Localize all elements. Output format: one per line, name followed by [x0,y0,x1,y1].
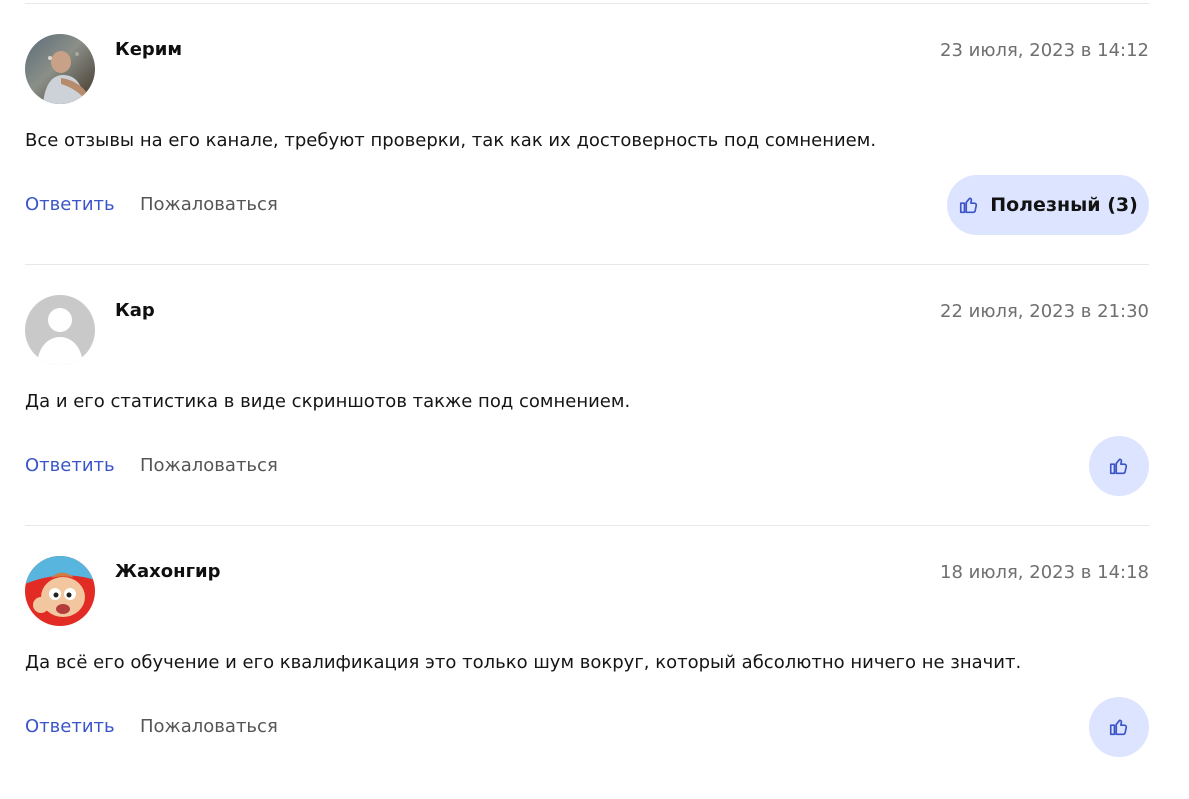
comment-divider [25,264,1149,265]
thumb-up-icon [1109,719,1128,736]
comment-card: Керим 23 июля, 2023 в 14:12 Все отзывы н… [25,5,1149,235]
comment-date: 18 июля, 2023 в 14:18 [940,562,1149,583]
avatar [25,34,95,104]
report-button[interactable]: Пожаловаться [140,455,278,477]
report-button[interactable]: Пожаловаться [140,194,278,216]
comment-divider [25,525,1149,526]
comment-text: Да и его статистика в виде скриншотов та… [25,391,631,412]
comment-divider [25,3,1149,4]
author-name: Кар [115,300,155,321]
comment-card: Жахонгир 18 июля, 2023 в 14:18 Да всё ег… [25,527,1149,757]
default-user-icon [25,295,95,365]
like-button[interactable] [1089,697,1149,757]
like-button[interactable] [1089,436,1149,496]
reply-button[interactable]: Ответить [25,716,115,738]
author-name: Керим [115,39,183,60]
thumb-up-icon [960,197,978,214]
comment-card: Кар 22 июля, 2023 в 21:30 Да и его стати… [25,266,1149,496]
comment-text: Все отзывы на его канале, требуют провер… [25,130,877,151]
comment-date: 22 июля, 2023 в 21:30 [940,301,1149,322]
comment-text: Да всё его обучение и его квалификация э… [25,652,1022,673]
helpful-button[interactable]: Полезный (3) [947,175,1149,235]
avatar-photo-icon [25,34,95,104]
cartoon-avatar-icon [25,556,95,626]
thumb-up-icon [1109,458,1128,475]
avatar [25,556,95,626]
report-button[interactable]: Пожаловаться [140,716,278,738]
reply-button[interactable]: Ответить [25,455,115,477]
avatar [25,295,95,365]
comments-list: Керим 23 июля, 2023 в 14:12 Все отзывы н… [0,0,1189,799]
comment-date: 23 июля, 2023 в 14:12 [940,40,1149,61]
reply-button[interactable]: Ответить [25,194,115,216]
author-name: Жахонгир [115,561,221,582]
helpful-label: Полезный (3) [990,194,1138,216]
